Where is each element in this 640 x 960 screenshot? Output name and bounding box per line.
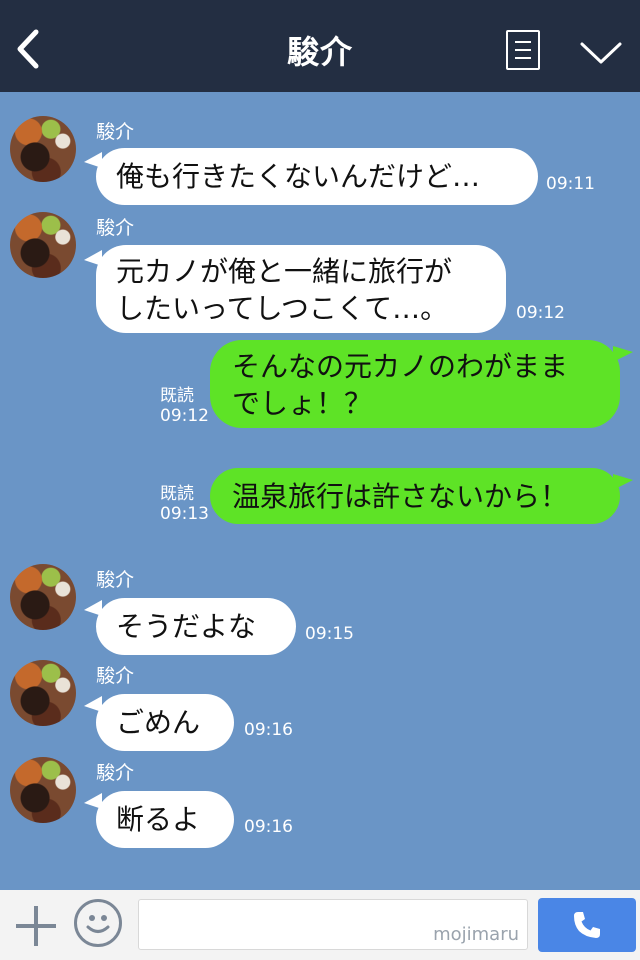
sender-name: 駿介 xyxy=(96,762,135,784)
plus-icon-bar xyxy=(16,924,56,928)
emoji-button[interactable] xyxy=(74,899,122,947)
message-time: 09:16 xyxy=(244,817,293,837)
message-line: でしょ！？ xyxy=(232,387,373,420)
message-time: 09:16 xyxy=(244,720,293,740)
sender-name: 駿介 xyxy=(96,217,135,239)
message-time: 09:13 xyxy=(160,504,209,524)
read-receipt: 既読 09:13 xyxy=(160,484,209,524)
phone-icon xyxy=(574,912,600,938)
memo-button[interactable] xyxy=(506,30,540,70)
avatar[interactable] xyxy=(10,757,76,823)
message-bubble[interactable]: ごめん xyxy=(96,694,234,751)
read-label: 既読 xyxy=(160,484,194,504)
message-line: 元カノが俺と一緒に旅行が xyxy=(116,255,453,288)
sender-name: 駿介 xyxy=(96,121,135,143)
read-label: 既読 xyxy=(160,386,194,406)
plus-button[interactable] xyxy=(14,904,58,948)
message-input[interactable]: mojimaru xyxy=(138,899,528,950)
memo-icon-line xyxy=(515,57,531,59)
expand-menu-button[interactable] xyxy=(578,36,624,70)
message-time: 09:11 xyxy=(546,174,595,194)
chevron-down-icon xyxy=(580,42,622,64)
chat-header: 駿介 xyxy=(0,0,640,92)
message-time: 09:15 xyxy=(305,624,354,644)
bubble-tail xyxy=(613,474,633,490)
message-bubble[interactable]: 俺も行きたくないんだけど… xyxy=(96,148,538,205)
bubble-tail xyxy=(613,346,633,362)
avatar[interactable] xyxy=(10,116,76,182)
avatar[interactable] xyxy=(10,660,76,726)
memo-icon-line xyxy=(515,49,531,51)
message-bubble[interactable]: そうだよな xyxy=(96,598,296,655)
message-time: 09:12 xyxy=(516,303,565,323)
read-receipt: 既読 09:12 xyxy=(160,386,209,426)
avatar[interactable] xyxy=(10,212,76,278)
sender-name: 駿介 xyxy=(96,665,135,687)
smiley-icon xyxy=(86,915,110,933)
avatar[interactable] xyxy=(10,564,76,630)
chat-title: 駿介 xyxy=(286,33,353,71)
watermark: mojimaru xyxy=(433,924,519,945)
message-line: したいってしつこくて…。 xyxy=(116,292,449,325)
sender-name: 駿介 xyxy=(96,569,135,591)
message-bubble[interactable]: 温泉旅行は許さないから！ xyxy=(210,468,620,524)
message-list[interactable]: 駿介 俺も行きたくないんだけど… 09:11 駿介 元カノが俺と一緒に旅行が し… xyxy=(0,92,640,890)
message-bubble[interactable]: そんなの元カノのわがまま でしょ！？ xyxy=(210,340,620,428)
message-time: 09:12 xyxy=(160,406,209,426)
message-line: そんなの元カノのわがまま xyxy=(232,350,569,383)
message-bubble[interactable]: 元カノが俺と一緒に旅行が したいってしつこくて…。 xyxy=(96,245,506,333)
call-button[interactable] xyxy=(538,898,636,952)
memo-icon xyxy=(515,41,531,43)
message-bubble[interactable]: 断るよ xyxy=(96,791,234,848)
